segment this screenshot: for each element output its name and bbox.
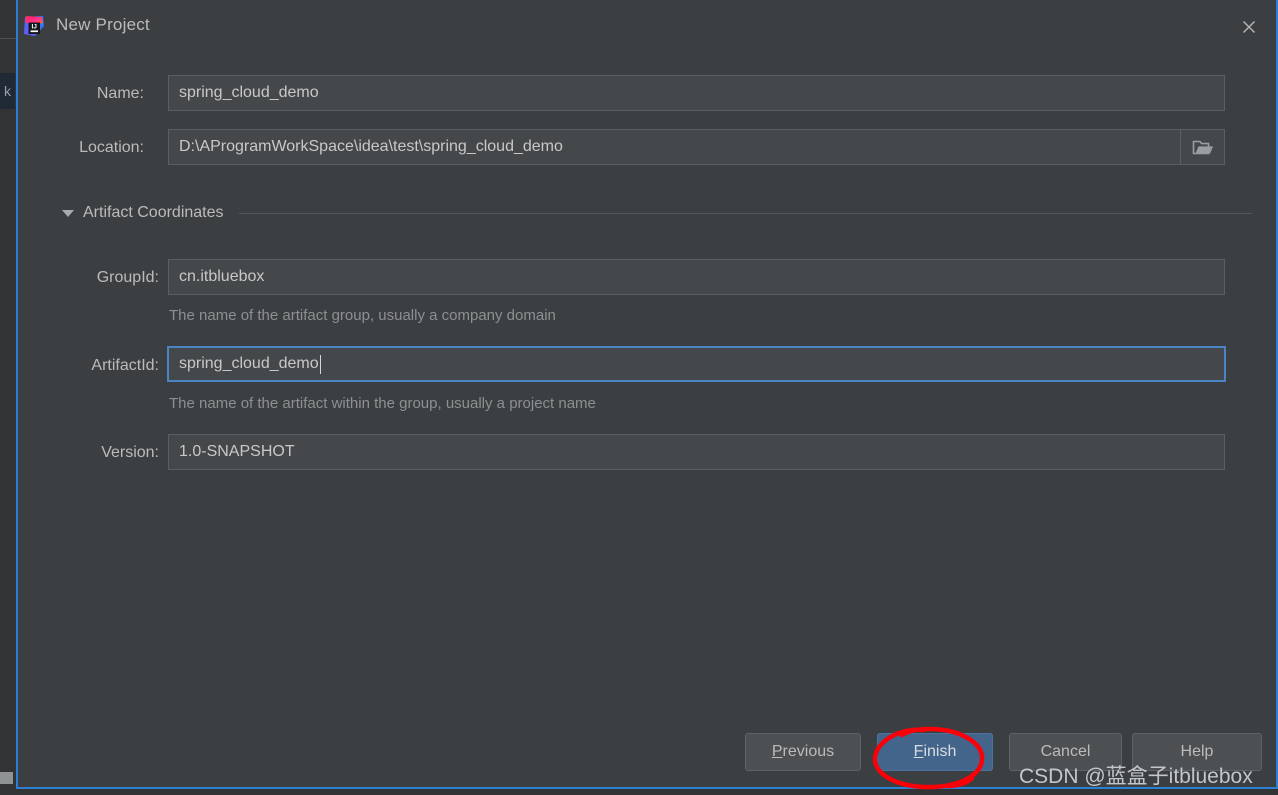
artifact-id-input[interactable]: spring_cloud_demo xyxy=(167,346,1226,382)
dialog-titlebar: IJ New Project xyxy=(18,0,1276,55)
version-input-value: 1.0-SNAPSHOT xyxy=(179,443,295,460)
group-id-hint: The name of the artifact group, usually … xyxy=(169,307,556,324)
artifact-coordinates-title: Artifact Coordinates xyxy=(83,204,224,221)
folder-icon[interactable] xyxy=(1181,129,1225,165)
section-divider xyxy=(238,212,1252,214)
version-input[interactable]: 1.0-SNAPSHOT xyxy=(168,434,1225,470)
background-hairline xyxy=(0,38,16,39)
project-form: Name: spring_cloud_demo Location: D:\APr… xyxy=(18,55,1276,715)
artifact-id-input-value: spring_cloud_demo xyxy=(179,355,319,372)
intellij-idea-logo-icon: IJ xyxy=(22,14,46,38)
location-input[interactable]: D:\AProgramWorkSpace\idea\test\spring_cl… xyxy=(168,129,1181,165)
group-id-input[interactable]: cn.itbluebox xyxy=(168,259,1225,295)
watermark-text: CSDN @蓝盒子itbluebox xyxy=(1019,765,1253,788)
name-label: Name: xyxy=(96,85,144,102)
location-input-value: D:\AProgramWorkSpace\idea\test\spring_cl… xyxy=(179,138,563,155)
new-project-dialog: IJ New Project Name: spring_cloud_demo L… xyxy=(16,0,1278,789)
background-window-strip xyxy=(0,0,16,795)
group-id-input-value: cn.itbluebox xyxy=(179,268,265,285)
text-caret xyxy=(319,354,321,374)
finish-button[interactable]: Finish xyxy=(877,733,993,771)
dialog-title: New Project xyxy=(56,15,150,34)
version-label: Version: xyxy=(101,444,159,461)
artifact-coordinates-section-header[interactable]: Artifact Coordinates xyxy=(62,203,1252,223)
artifact-id-label: ArtifactId: xyxy=(91,357,159,374)
background-panel-fragment: k xyxy=(0,73,15,109)
artifact-id-hint: The name of the artifact within the grou… xyxy=(169,395,596,412)
close-icon[interactable] xyxy=(1234,12,1264,42)
name-input-value: spring_cloud_demo xyxy=(179,84,319,101)
location-label: Location: xyxy=(79,139,144,156)
screen-root: k IJ New Project Name: spring_cloud_demo… xyxy=(0,0,1278,795)
group-id-label: GroupId: xyxy=(96,269,159,286)
chevron-down-icon[interactable] xyxy=(62,209,74,217)
background-bottom-chip xyxy=(0,772,13,784)
name-input[interactable]: spring_cloud_demo xyxy=(168,75,1225,111)
previous-button[interactable]: Previous xyxy=(745,733,861,771)
svg-text:IJ: IJ xyxy=(31,23,37,30)
